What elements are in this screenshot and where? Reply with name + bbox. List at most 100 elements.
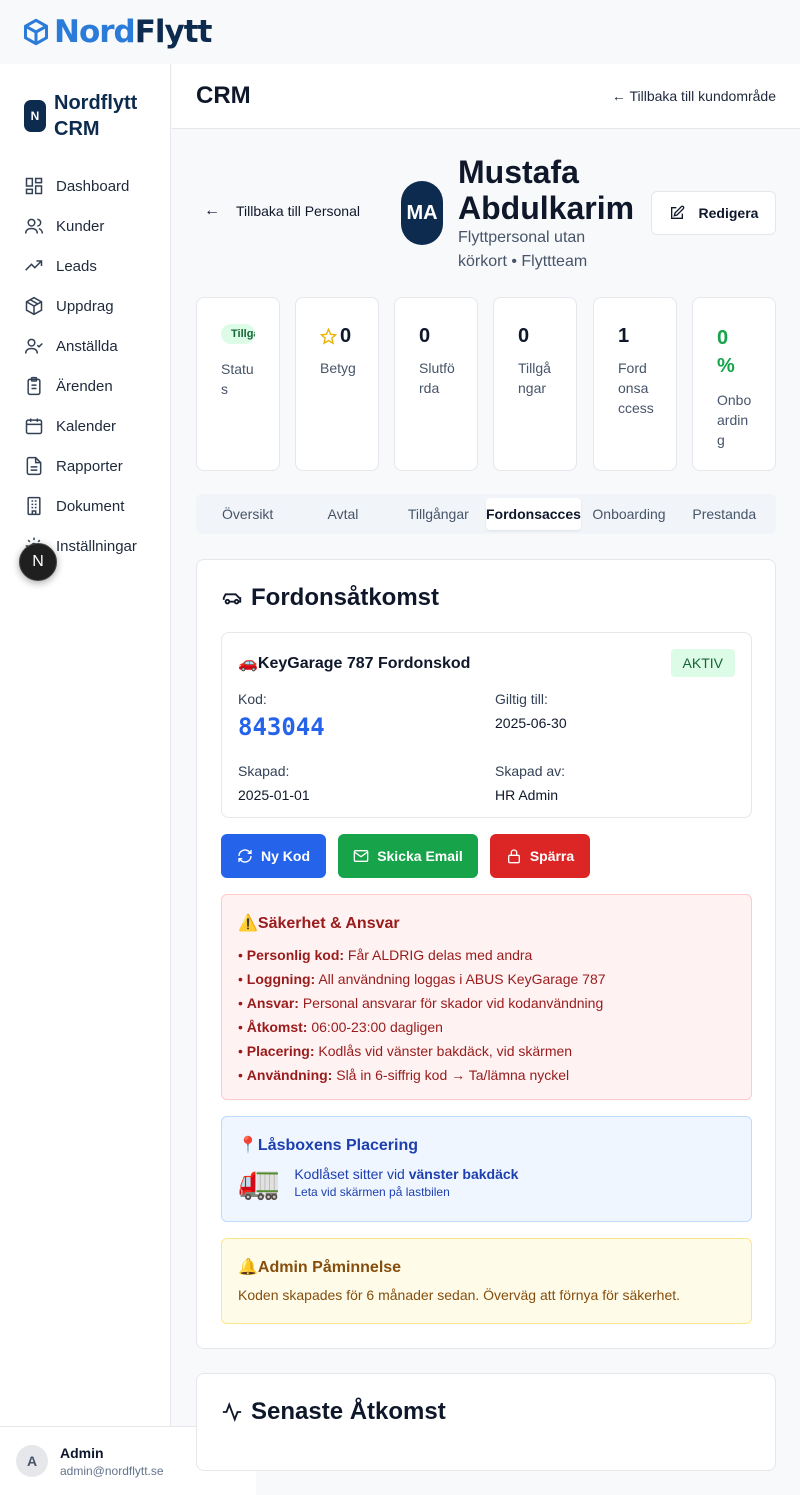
sidebar-item-label: Kunder <box>56 217 105 235</box>
list-item: • Loggning: All användning loggas i ABUS… <box>238 971 606 987</box>
created-by-value: HR Admin <box>495 787 559 803</box>
crm-badge: N <box>24 100 46 132</box>
sidebar-item-rapporter[interactable]: Rapporter <box>0 446 170 486</box>
truck-icon: 🚛 <box>238 1163 281 1201</box>
sidebar-header: N Nordflytt CRM <box>0 64 170 142</box>
stat-card-onboarding: 0 % Onboarding <box>692 297 776 471</box>
crm-title: Nordflytt CRM <box>54 92 138 140</box>
star-icon <box>320 327 337 345</box>
stat-label: Status <box>221 361 254 397</box>
status-badge: Tillgänglig <box>221 324 255 344</box>
edit-button[interactable]: Redigera <box>651 191 776 235</box>
stat-label: Slutförda <box>419 360 455 396</box>
activity-icon <box>222 1402 242 1422</box>
avatar: A <box>16 1445 48 1477</box>
tab-prestanda[interactable]: Prestanda <box>677 498 772 530</box>
stat-value: 0 % <box>717 327 735 377</box>
valid-field: Giltig till: 2025-06-30 <box>495 691 567 731</box>
stat-card-rating: 0 Betyg <box>295 297 379 471</box>
arrow-left-icon: ← <box>204 202 220 219</box>
employee-role: Flyttpersonal utan körkort • Flyttteam <box>458 229 588 270</box>
card-title: Senaste Åtkomst <box>221 1398 446 1426</box>
created-value: 2025-01-01 <box>238 787 310 803</box>
stat-value: 0 <box>340 325 352 347</box>
list-item: • Personlig kod: Får ALDRIG delas med an… <box>238 947 533 963</box>
stat-label: Tillgångar <box>518 360 551 396</box>
list-item: • Ansvar: Personal ansvarar för skador v… <box>238 995 604 1011</box>
refresh-icon <box>238 849 252 863</box>
created-by-label: Skapad av: <box>495 763 566 779</box>
stat-card-status: Tillgänglig Status <box>196 297 280 471</box>
access-code: 843044 <box>238 713 325 741</box>
card-title-text: Fordonsåtkomst <box>251 584 440 611</box>
sidebar-item-leads[interactable]: Leads <box>0 246 170 286</box>
employee-name: Mustafa Abdulkarim <box>458 154 635 226</box>
lock-icon <box>507 849 520 864</box>
building-icon <box>27 496 41 516</box>
code-box-title: 🚗KeyGarage 787 Fordonskod <box>238 655 471 672</box>
sidebar-item-uppdrag[interactable]: Uppdrag <box>0 286 170 326</box>
block-button[interactable]: Spärra <box>490 834 590 878</box>
clipboard-icon <box>27 376 41 396</box>
brand-logo[interactable]: Nord Flytt <box>22 14 213 50</box>
send-email-label: Skicka Email <box>377 848 463 864</box>
car-icon <box>222 593 242 605</box>
trending-icon <box>25 260 43 271</box>
card-title: Fordonsåtkomst <box>221 584 439 612</box>
stat-value: 0 <box>518 325 530 347</box>
sidebar: N Nordflytt CRM Dashboard Kunder Leads U… <box>0 64 171 1495</box>
tab-onboarding[interactable]: Onboarding <box>581 498 676 530</box>
status-badge: AKTIV <box>670 649 735 677</box>
placement-line1: Kodlåset sitter vid vänster bakdäck <box>294 1165 519 1182</box>
tab-avtal[interactable]: Avtal <box>295 498 390 530</box>
card-title-text: Senaste Åtkomst <box>251 1398 446 1425</box>
list-item: • Placering: Kodlås vid vänster bakdäck,… <box>238 1043 573 1059</box>
calendar-icon <box>25 418 43 435</box>
new-code-button[interactable]: Ny Kod <box>221 834 326 878</box>
stat-card-assets: 0 Tillgångar <box>493 297 577 471</box>
created-by-field: Skapad av: HR Admin <box>495 763 565 803</box>
vehicle-access-card: Fordonsåtkomst 🚗KeyGarage 787 Fordonskod… <box>196 559 776 1349</box>
reminder-title: 🔔Admin Påminnelse <box>238 1259 402 1276</box>
sidebar-item-kalender[interactable]: Kalender <box>0 406 170 446</box>
stat-value: 1 <box>618 325 630 347</box>
brand-part1: Nord <box>54 14 136 50</box>
lockbox-placement-notice: 📍Låsboxens Placering 🚛 Kodlåset sitter v… <box>221 1116 752 1222</box>
sidebar-item-label: Rapporter <box>56 457 123 475</box>
code-field: Kod: 843044 <box>238 691 325 741</box>
sidebar-item-label: Ärenden <box>56 377 113 395</box>
file-text-icon <box>26 456 42 476</box>
floating-dev-button[interactable]: N <box>19 543 57 581</box>
sidebar-item-dashboard[interactable]: Dashboard <box>0 166 170 206</box>
stat-label: Onboarding <box>717 392 752 448</box>
admin-reminder: 🔔Admin Påminnelse Koden skapades för 6 m… <box>221 1238 752 1324</box>
tab-oversikt[interactable]: Översikt <box>200 498 295 530</box>
sidebar-item-label: Uppdrag <box>56 297 114 315</box>
user-check-icon <box>24 338 43 354</box>
security-notice: ⚠️Säkerhet & Ansvar • Personlig kod: Får… <box>221 894 752 1100</box>
brand-part2: Flytt <box>134 14 213 50</box>
back-to-customer-link[interactable]: ← Tillbaka till kundområde <box>612 88 776 104</box>
list-item: • Åtkomst: 06:00-23:00 dagligen <box>238 1019 443 1035</box>
send-email-button[interactable]: Skicka Email <box>338 834 478 878</box>
sidebar-item-kunder[interactable]: Kunder <box>0 206 170 246</box>
user-email: admin@nordflytt.se <box>60 1463 164 1478</box>
tab-tillgangar[interactable]: Tillgångar <box>391 498 486 530</box>
sidebar-item-arenden[interactable]: Ärenden <box>0 366 170 406</box>
code-label: Kod: <box>238 691 267 707</box>
placement-title: 📍Låsboxens Placering <box>238 1137 418 1154</box>
security-title: ⚠️Säkerhet & Ansvar <box>238 915 400 932</box>
avatar: MA <box>401 181 443 245</box>
tab-fordonsaccess[interactable]: Fordonsaccess <box>485 498 582 530</box>
placement-line2: Leta vid skärmen på lastbilen <box>294 1184 450 1199</box>
back-to-staff-button[interactable]: ← Tillbaka till Personal <box>204 202 360 220</box>
sidebar-item-label: Dashboard <box>56 177 130 195</box>
sidebar-item-anstallda[interactable]: Anställda <box>0 326 170 366</box>
list-item: • Användning: Slå in 6-siffrig kod → Ta/… <box>238 1067 570 1083</box>
users-icon <box>24 218 44 234</box>
sidebar-item-dokument[interactable]: Dokument <box>0 486 170 526</box>
tab-bar: Översikt Avtal Tillgångar Fordonsaccess … <box>196 494 776 534</box>
edit-icon <box>670 205 684 219</box>
sidebar-item-label: Anställda <box>56 337 118 355</box>
dashboard-icon <box>25 177 43 195</box>
